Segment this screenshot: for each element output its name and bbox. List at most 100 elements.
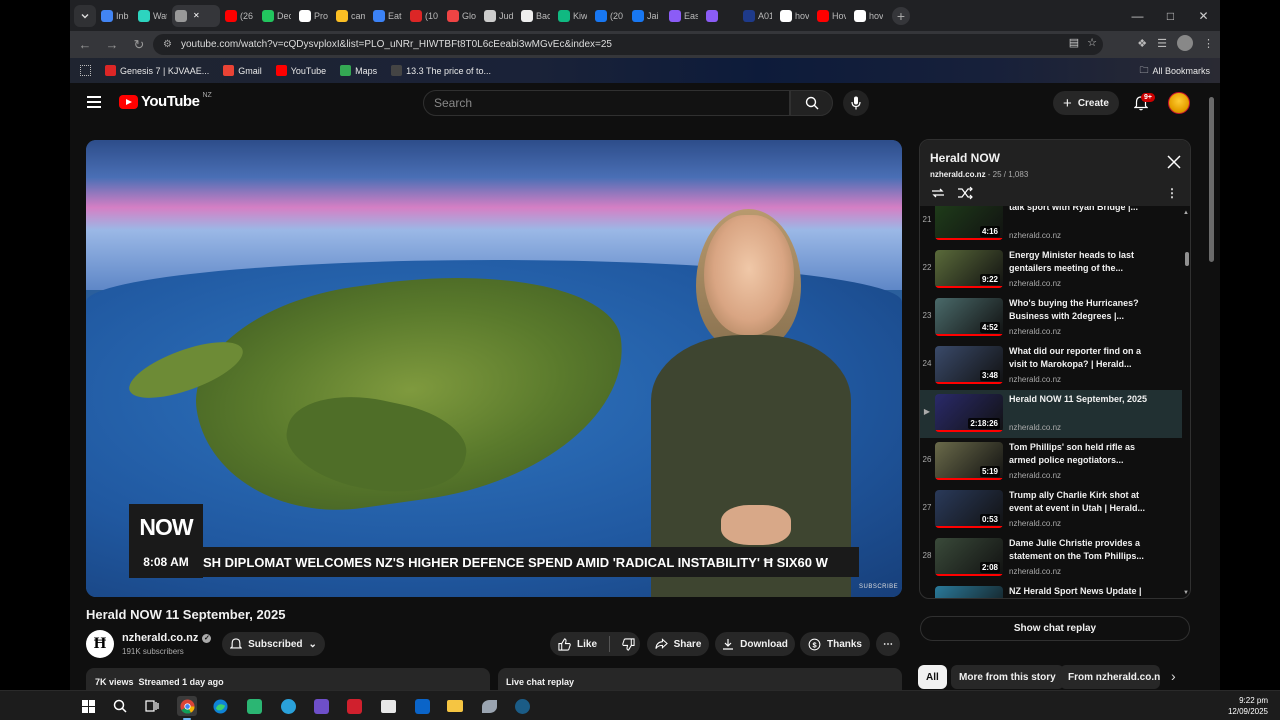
subscribed-button[interactable]: Subscribed ⌄ bbox=[222, 632, 325, 656]
minimize-button[interactable]: — bbox=[1121, 0, 1154, 31]
close-icon[interactable] bbox=[1166, 154, 1182, 170]
subscribe-watermark[interactable]: SUBSCRIBE bbox=[859, 584, 898, 590]
app-icon-purple[interactable] bbox=[311, 696, 331, 716]
playlist-item[interactable]: 26 5:19 Tom Phillips' son held rifle as ar… bbox=[920, 438, 1182, 486]
page-scroll-thumb[interactable] bbox=[1209, 97, 1214, 262]
browser-tab[interactable]: Inb bbox=[98, 5, 133, 27]
create-button[interactable]: + Create bbox=[1053, 91, 1119, 115]
bookmark-item[interactable]: Maps bbox=[340, 65, 377, 76]
all-bookmarks-button[interactable]: 🗀 All Bookmarks bbox=[1139, 63, 1210, 79]
browser-tab[interactable]: Jai bbox=[629, 5, 664, 27]
browser-tab[interactable]: Eat bbox=[370, 5, 405, 27]
steam-icon[interactable] bbox=[512, 696, 532, 716]
telegram-icon[interactable] bbox=[278, 696, 298, 716]
playlist-more-icon[interactable]: ⋮ bbox=[1166, 186, 1178, 200]
channel-name[interactable]: nzherald.co.nz ✓ bbox=[122, 632, 212, 644]
scroll-up-icon[interactable]: ▲ bbox=[1183, 210, 1189, 216]
close-window-button[interactable]: ✕ bbox=[1187, 0, 1220, 31]
task-view-icon[interactable] bbox=[142, 696, 162, 716]
browser-tab[interactable]: ✕ bbox=[172, 4, 220, 27]
playlist-thumbnail[interactable]: 5:19 bbox=[935, 442, 1003, 480]
media-icon[interactable]: ☰ bbox=[1157, 37, 1167, 50]
youtube-logo[interactable]: YouTube NZ bbox=[119, 92, 212, 110]
chrome-icon[interactable] bbox=[177, 696, 197, 720]
browser-tab[interactable]: Eas bbox=[666, 5, 701, 27]
playlist-thumbnail[interactable]: 4:16 bbox=[935, 206, 1003, 240]
guide-menu-icon[interactable] bbox=[87, 96, 101, 108]
maximize-button[interactable]: □ bbox=[1154, 0, 1187, 31]
store-icon[interactable] bbox=[378, 696, 398, 716]
playlist-scroll-thumb[interactable] bbox=[1185, 252, 1189, 266]
playlist-item[interactable]: 27 0:53 Trump ally Charlie Kirk shot at ev… bbox=[920, 486, 1182, 534]
browser-tab[interactable]: Hov bbox=[814, 5, 849, 27]
account-avatar[interactable] bbox=[1168, 92, 1190, 114]
shuffle-icon[interactable] bbox=[957, 186, 973, 200]
app-icon-red[interactable] bbox=[344, 696, 364, 716]
playlist-thumbnail[interactable]: 2:08 bbox=[935, 538, 1003, 576]
browser-tab[interactable]: Glo bbox=[444, 5, 479, 27]
playlist-title[interactable]: Herald NOW bbox=[930, 151, 1000, 165]
browser-tab[interactable]: Bac bbox=[518, 5, 553, 27]
browser-tab[interactable]: Dec bbox=[259, 5, 294, 27]
site-info-icon[interactable]: ⚙ bbox=[163, 39, 172, 50]
scroll-down-icon[interactable]: ▼ bbox=[1183, 590, 1189, 596]
thanks-button[interactable]: $ Thanks bbox=[800, 632, 870, 656]
description-box[interactable]: 7K views Streamed 1 day ago bbox=[86, 668, 490, 690]
playlist-thumbnail[interactable]: 4:52 bbox=[935, 298, 1003, 336]
browser-tab[interactable]: Jud bbox=[481, 5, 516, 27]
more-actions-button[interactable]: ⋯ bbox=[876, 632, 900, 656]
playlist-thumbnail[interactable]: 2:18:26 bbox=[935, 394, 1003, 432]
forward-button[interactable]: → bbox=[100, 33, 124, 57]
browser-tab[interactable]: Pro bbox=[296, 5, 331, 27]
playlist-item[interactable]: 28 2:08 Dame Julie Christie provides a sta… bbox=[920, 534, 1182, 582]
playlist-item-current[interactable]: ▶ 2:18:26 Herald NOW 11 September, 2025 nzh… bbox=[920, 390, 1182, 438]
video-player[interactable]: NOW 8:08 AM SH DIPLOMAT WELCOMES NZ'S HI… bbox=[86, 140, 902, 597]
browser-tab[interactable]: Wat bbox=[135, 5, 170, 27]
system-clock[interactable]: 9:22 pm 12/09/2025 bbox=[1228, 695, 1268, 717]
install-icon[interactable]: ▤ bbox=[1069, 36, 1079, 49]
like-icon[interactable] bbox=[558, 637, 571, 651]
browser-tab[interactable]: (20 bbox=[592, 5, 627, 27]
app-icon-green[interactable] bbox=[244, 696, 264, 716]
bookmark-item[interactable]: YouTube bbox=[275, 65, 326, 76]
extensions-icon[interactable]: ❖ bbox=[1137, 37, 1147, 50]
reload-button[interactable]: ↻ bbox=[127, 33, 151, 57]
playlist-channel[interactable]: nzherald.co.nz bbox=[930, 170, 986, 179]
playlist-scrollbar[interactable]: ▲ ▼ bbox=[1183, 210, 1190, 598]
apps-icon[interactable] bbox=[80, 65, 91, 76]
new-tab-button[interactable]: + bbox=[892, 6, 910, 25]
loop-icon[interactable] bbox=[930, 186, 946, 200]
channel-avatar[interactable]: Ħ bbox=[86, 630, 114, 658]
bookmark-item[interactable]: Gmail bbox=[223, 65, 262, 76]
playlist-thumbnail[interactable] bbox=[935, 586, 1003, 598]
playlist-thumbnail[interactable]: 0:53 bbox=[935, 490, 1003, 528]
bookmark-item[interactable]: 13.3 The price of to... bbox=[391, 65, 491, 76]
close-tab-icon[interactable]: ✕ bbox=[193, 11, 200, 20]
search-button[interactable] bbox=[790, 90, 833, 116]
browser-tab[interactable]: (26 bbox=[222, 5, 257, 27]
bookmark-star-icon[interactable]: ☆ bbox=[1087, 36, 1097, 49]
download-button[interactable]: Download bbox=[715, 632, 795, 656]
url-input[interactable]: ⚙ youtube.com/watch?v=cQDysvploxI&list=P… bbox=[153, 34, 1103, 55]
playlist-thumbnail[interactable]: 9:22 bbox=[935, 250, 1003, 288]
share-button[interactable]: Share bbox=[647, 632, 709, 656]
file-explorer-icon[interactable] bbox=[445, 696, 465, 716]
browser-tab[interactable] bbox=[703, 5, 738, 27]
browser-tab[interactable]: cam bbox=[333, 5, 368, 27]
profile-icon[interactable] bbox=[1177, 35, 1193, 51]
like-label[interactable]: Like bbox=[577, 639, 597, 650]
chip-next-icon[interactable]: › bbox=[1171, 668, 1176, 684]
voice-search-button[interactable] bbox=[843, 90, 869, 116]
app-icon-grey[interactable] bbox=[479, 696, 499, 716]
tab-search-button[interactable] bbox=[74, 4, 96, 27]
playlist-item[interactable]: 24 3:48 What did our reporter find on a vi… bbox=[920, 342, 1182, 390]
playlist-item[interactable]: 21 4:16 talk sport with Ryan Bridge |... nz… bbox=[920, 206, 1182, 246]
dislike-icon[interactable] bbox=[622, 637, 635, 651]
browser-tab[interactable]: A01 bbox=[740, 5, 775, 27]
search-input[interactable]: Search bbox=[423, 90, 790, 116]
browser-tab[interactable]: hov bbox=[851, 5, 886, 27]
page-scrollbar[interactable] bbox=[1207, 83, 1216, 690]
outlook-icon[interactable] bbox=[412, 696, 432, 716]
start-icon[interactable] bbox=[78, 696, 98, 716]
playlist-item[interactable]: 29NZ Herald Sport News Update | Swimmer … bbox=[920, 582, 1182, 598]
